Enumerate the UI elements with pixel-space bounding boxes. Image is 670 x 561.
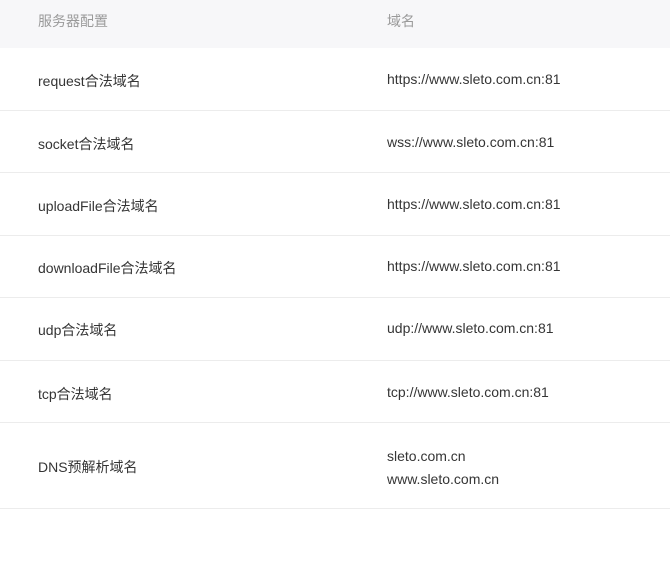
table-row: DNS预解析域名 sleto.com.cn www.sleto.com.cn <box>0 423 670 509</box>
row-value: sleto.com.cn <box>387 448 466 464</box>
table-row: udp合法域名 udp://www.sleto.com.cn:81 <box>0 298 670 361</box>
row-value: tcp://www.sleto.com.cn:81 <box>387 384 549 400</box>
row-key: uploadFile合法域名 <box>38 198 159 214</box>
table-header: 服务器配置 域名 <box>0 0 670 48</box>
row-key: request合法域名 <box>38 73 141 89</box>
table-row: request合法域名 https://www.sleto.com.cn:81 <box>0 48 670 111</box>
header-server-config: 服务器配置 <box>38 13 108 29</box>
server-config-table: 服务器配置 域名 request合法域名 https://www.sleto.c… <box>0 0 670 509</box>
row-value: wss://www.sleto.com.cn:81 <box>387 134 555 150</box>
table-row: downloadFile合法域名 https://www.sleto.com.c… <box>0 236 670 298</box>
row-value: https://www.sleto.com.cn:81 <box>387 258 561 274</box>
row-value: www.sleto.com.cn <box>387 471 500 487</box>
row-value-list: sleto.com.cn www.sleto.com.cn <box>387 445 499 491</box>
table-row: uploadFile合法域名 https://www.sleto.com.cn:… <box>0 173 670 236</box>
row-value: https://www.sleto.com.cn:81 <box>387 196 561 212</box>
row-value: https://www.sleto.com.cn:81 <box>387 71 561 87</box>
row-key: tcp合法域名 <box>38 386 113 402</box>
row-key: DNS预解析域名 <box>38 459 138 475</box>
table-row: tcp合法域名 tcp://www.sleto.com.cn:81 <box>0 361 670 423</box>
row-key: socket合法域名 <box>38 136 135 152</box>
row-key: downloadFile合法域名 <box>38 260 177 276</box>
row-key: udp合法域名 <box>38 322 118 338</box>
header-domain: 域名 <box>387 13 415 29</box>
row-value: udp://www.sleto.com.cn:81 <box>387 320 554 336</box>
table-row: socket合法域名 wss://www.sleto.com.cn:81 <box>0 111 670 173</box>
